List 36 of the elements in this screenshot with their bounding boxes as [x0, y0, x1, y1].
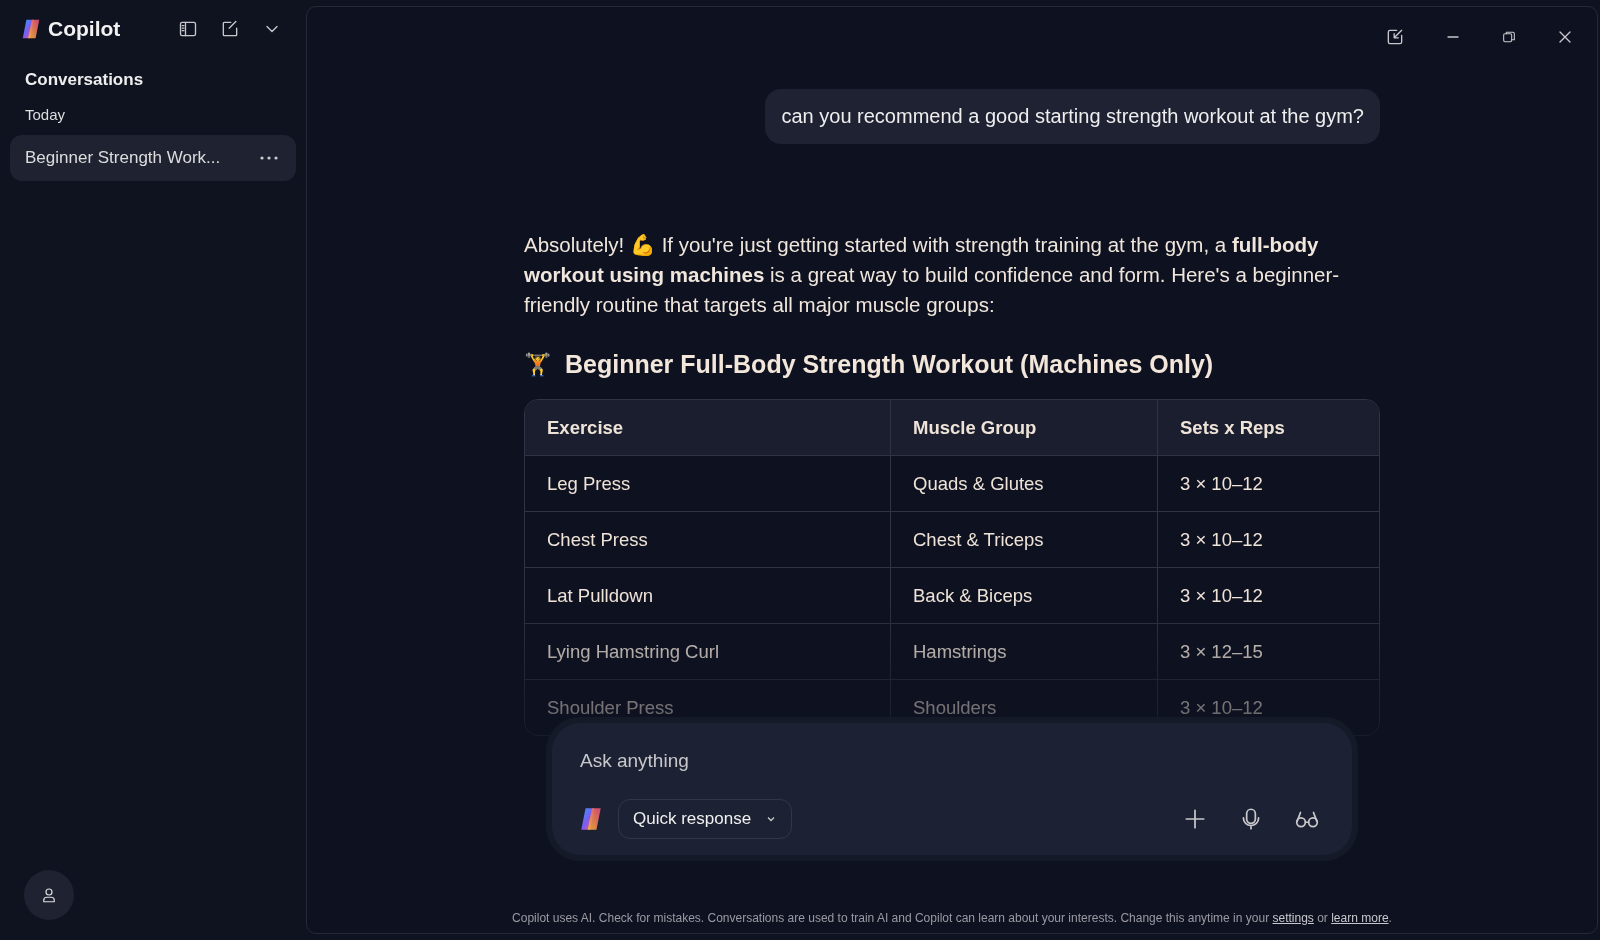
- table-cell: 3 × 10–12: [1157, 456, 1379, 511]
- table-cell-text: Leg Press: [546, 471, 632, 496]
- table-cell: 3 × 12–15: [1157, 624, 1379, 679]
- reply-paragraph: Absolutely! 💪 If you're just getting started with strength training at the gym, a full-body workout using machines is a great way to build confidence and form. Here's a beginner-friendly routine that targets all major muscle groups:: [524, 232, 1341, 318]
- conversation-title: Beginner Strength Work...: [25, 148, 221, 168]
- disclaimer-text: .: [1388, 911, 1392, 925]
- table-cell: 3 × 10–12: [1157, 512, 1379, 567]
- table-cell: Back & Biceps: [890, 568, 1157, 623]
- table-cell: 3 × 10–12: [1157, 568, 1379, 623]
- profile-button[interactable]: [24, 870, 74, 920]
- message-input[interactable]: Ask anything: [578, 749, 1324, 773]
- learn-more-link[interactable]: learn more: [1331, 911, 1389, 925]
- disclaimer-text: or: [1317, 911, 1328, 925]
- settings-link[interactable]: settings: [1272, 911, 1314, 925]
- column-header: Muscle Group: [890, 400, 1157, 455]
- logo-icon: [20, 18, 42, 40]
- table-cell-text: Lying Hamstring Curl: [546, 639, 721, 664]
- table-cell-text: Shoulder Press: [546, 695, 675, 720]
- section-heading: Conversations: [25, 70, 145, 90]
- app-name: Copilot: [48, 17, 121, 41]
- table-cell-text: Lat Pulldown: [546, 583, 654, 608]
- column-header: Exercise: [546, 415, 625, 440]
- table-cell-text: Chest Press: [546, 527, 649, 552]
- conversation-item[interactable]: Beginner Strength Work...: [10, 135, 296, 181]
- logo-icon: [578, 806, 604, 832]
- disclaimer-text: Copilot uses AI. Check for mistakes. Conversations are used to train AI and Copilot can learn about your interests. Change this anytime in your: [512, 911, 1270, 925]
- column-header: Sets x Reps: [1157, 400, 1379, 455]
- table-cell: Hamstrings: [890, 624, 1157, 679]
- user-message: can you recommend a good starting strength workout at the gym?: [765, 89, 1380, 144]
- mode-dropdown[interactable]: Quick response: [618, 799, 793, 839]
- reply-heading: Beginner Full-Body Strength Workout (Machines Only): [565, 350, 1214, 379]
- person-icon: [40, 886, 58, 904]
- weightlifter-emoji: 🏋: [524, 351, 551, 378]
- table-cell: Chest & Triceps: [890, 512, 1157, 567]
- date-group-label: Today: [25, 106, 67, 123]
- table-cell: Quads & Glutes: [890, 456, 1157, 511]
